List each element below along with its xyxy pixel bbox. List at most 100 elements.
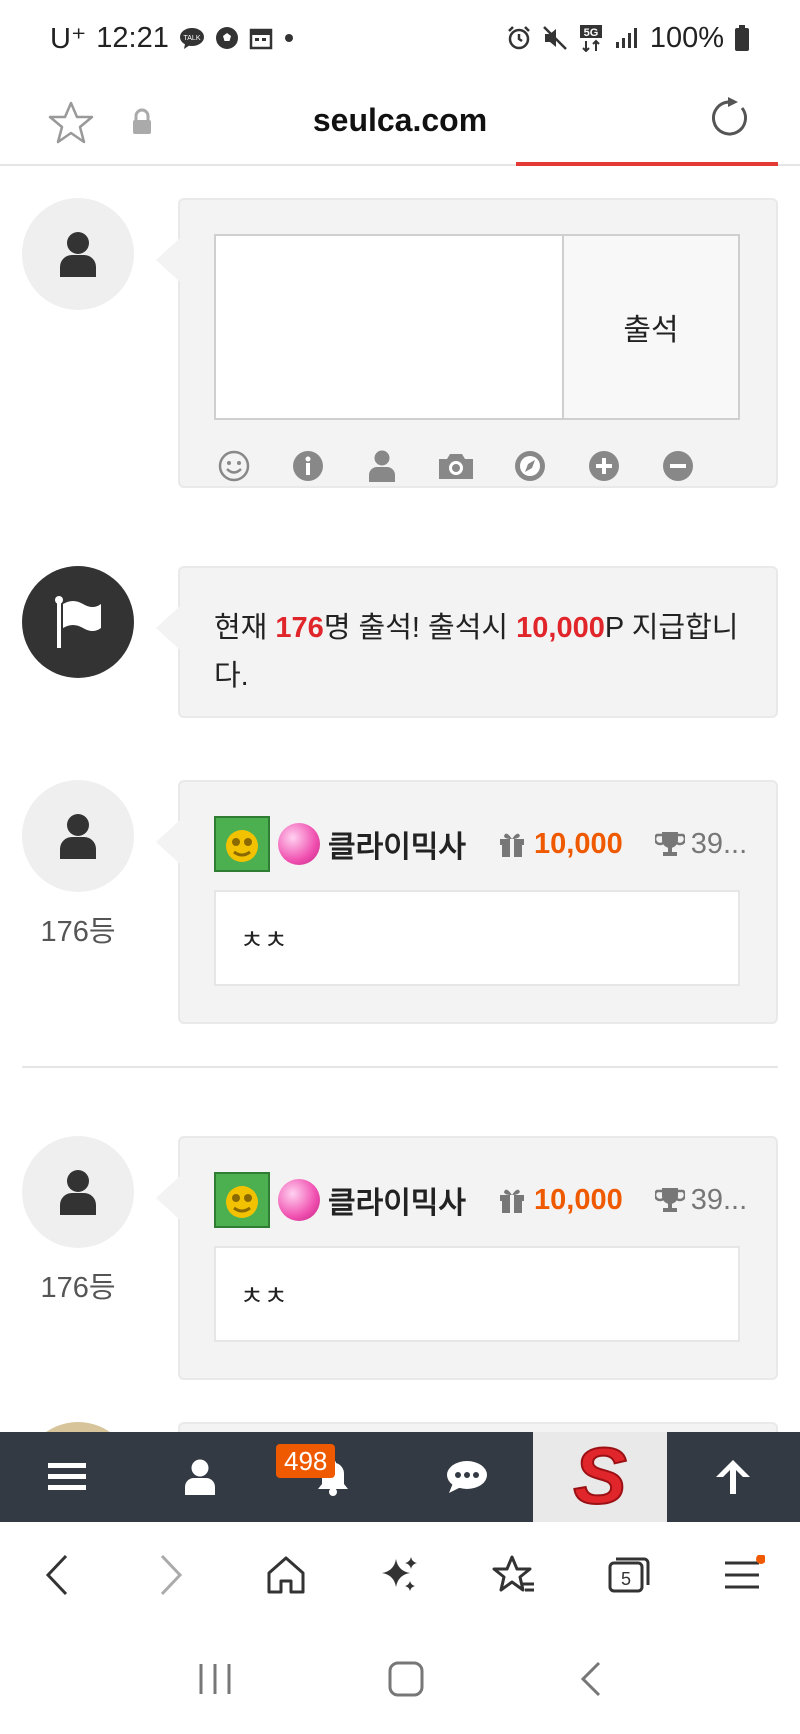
home-square-icon (388, 1661, 424, 1696)
arrow-up-icon (716, 1460, 751, 1494)
reward-points: 10,000 (516, 612, 605, 644)
forward-button[interactable] (114, 1522, 228, 1628)
browser-toolbar: 5 (0, 1522, 800, 1628)
trophy-icon (654, 1188, 685, 1212)
dot-icon (283, 32, 295, 44)
notice-text: 현재 176명 출석! 출석시 10,000P 지급합니다. (214, 612, 739, 692)
sparkle-icon (381, 1557, 417, 1591)
reload-icon[interactable] (706, 96, 752, 142)
entry-points: 10,000 (498, 828, 623, 861)
avatar (22, 198, 134, 310)
entry-meta: 클라이믹사 10,000 39... (214, 816, 747, 872)
level-icon (214, 1172, 270, 1228)
avatar (22, 1422, 134, 1432)
url-domain[interactable]: seulca.com (0, 102, 800, 139)
user-icon (60, 1170, 96, 1215)
rank-label: 176등 (40, 916, 116, 948)
recent-apps-button[interactable] (197, 1662, 233, 1701)
url-bar: seulca.com (0, 76, 800, 166)
kakaotalk-icon: TALK (179, 27, 205, 49)
user-icon (60, 814, 96, 859)
entry-points: 10,000 (498, 1184, 623, 1217)
site-bottom-nav: S 498 (0, 1432, 800, 1522)
entry-comment: ㅊㅊ (214, 890, 740, 986)
level-icon (214, 816, 270, 872)
svg-text:TALK: TALK (183, 35, 200, 42)
chat-icon (446, 1461, 487, 1493)
svg-text:5: 5 (621, 1569, 631, 1589)
attendance-form: 출석 (156, 198, 778, 488)
chat-button[interactable] (400, 1432, 533, 1522)
alarm-icon (506, 25, 532, 51)
battery-percent: 100% (649, 21, 724, 54)
user-icon (184, 1459, 215, 1495)
comment-textarea[interactable] (214, 234, 564, 420)
hamburger-icon (724, 1555, 765, 1589)
menu-button[interactable] (0, 1432, 133, 1522)
signal-icon (614, 26, 640, 50)
avatar (22, 1136, 134, 1248)
nickname[interactable]: 클라이믹사 (328, 822, 466, 866)
clock: 12:21 (96, 21, 169, 54)
calendar-icon (249, 26, 273, 50)
carrier-label: U⁺ (50, 22, 87, 55)
status-bar: U⁺ 12:21 TALK 5G 100% (0, 0, 800, 76)
entry-meta: 클라이믹사 10,000 39... (214, 1172, 747, 1228)
soccer-ball-icon (215, 26, 239, 50)
notification-badge: 498 (276, 1444, 336, 1478)
menu-icon (47, 1463, 86, 1490)
attendance-entry (178, 1422, 778, 1432)
star-list-icon (492, 1555, 535, 1592)
battery-icon (734, 24, 750, 52)
attendance-entry: 클라이믹사 10,000 39... ㅊㅊ (156, 1136, 778, 1380)
ai-sparkle-button[interactable] (343, 1522, 457, 1628)
entry-trophy: 39... (654, 828, 747, 861)
bookmarks-button[interactable] (457, 1522, 571, 1628)
back-chevron-icon (580, 1661, 600, 1696)
home-button[interactable] (229, 1522, 343, 1628)
flag-icon (55, 596, 101, 648)
nickname[interactable]: 클라이믹사 (328, 1178, 466, 1222)
tabs-icon: 5 (608, 1557, 650, 1593)
user-icon (60, 232, 96, 277)
site-logo[interactable]: S (533, 1432, 667, 1522)
attendee-count: 176 (275, 612, 324, 644)
gift-icon (500, 1189, 524, 1213)
profile-button[interactable] (133, 1432, 266, 1522)
chevron-right-icon (161, 1554, 183, 1596)
entry-divider (22, 1066, 778, 1068)
scroll-top-button[interactable] (667, 1432, 800, 1522)
notice-avatar (22, 566, 134, 678)
attendance-content: 출석 현재 176명 출석! 출석시 10,000P 지급합니다. 176등 클… (0, 168, 800, 1432)
network-5g-icon: 5G (578, 24, 604, 52)
entry-comment: ㅊㅊ (214, 1246, 740, 1342)
compass-icon[interactable] (510, 446, 550, 486)
member-orb-icon (278, 823, 320, 865)
trophy-icon (654, 832, 685, 856)
svg-text:5G: 5G (583, 27, 598, 39)
entry-trophy: 39... (654, 1184, 747, 1217)
emoji-icon[interactable] (214, 446, 254, 486)
system-nav-bar (0, 1628, 800, 1734)
system-back-button[interactable] (579, 1661, 603, 1702)
mute-icon (542, 25, 568, 51)
minus-icon[interactable] (658, 446, 698, 486)
avatar (22, 780, 134, 892)
info-icon[interactable] (288, 446, 328, 486)
attendance-notice: 현재 176명 출석! 출석시 10,000P 지급합니다. (156, 566, 778, 718)
tabs-button[interactable]: 5 (571, 1522, 685, 1628)
plus-icon[interactable] (584, 446, 624, 486)
back-button[interactable] (0, 1522, 114, 1628)
chevron-left-icon (46, 1554, 68, 1596)
attendance-entry: 클라이믹사 10,000 39... ㅊㅊ (156, 780, 778, 1024)
camera-icon[interactable] (436, 446, 476, 486)
recents-icon (199, 1663, 231, 1694)
system-home-button[interactable] (388, 1661, 424, 1702)
attend-button[interactable]: 출석 (562, 234, 740, 420)
page-load-progress (516, 162, 778, 166)
user-icon[interactable] (362, 446, 402, 486)
browser-menu-button[interactable] (686, 1522, 800, 1628)
member-orb-icon (278, 1179, 320, 1221)
gift-icon (500, 833, 524, 857)
rank-label: 176등 (40, 1272, 116, 1304)
